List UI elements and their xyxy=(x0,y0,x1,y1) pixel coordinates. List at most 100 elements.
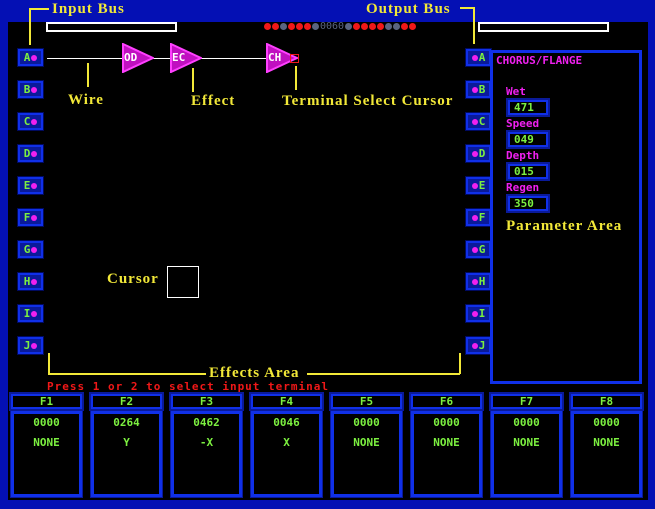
effect-label: OD xyxy=(124,51,138,64)
led-counter: 0060 xyxy=(264,21,417,32)
terminal-dot-icon xyxy=(31,118,38,125)
led-indicator xyxy=(288,23,295,30)
output-terminal-i[interactable]: I xyxy=(465,304,492,323)
terminal-dot-icon xyxy=(31,310,38,317)
parameter-name: Wet xyxy=(506,85,526,98)
terminal-label: A xyxy=(23,51,31,64)
annotation-line xyxy=(48,373,206,375)
function-key-value: 0000 xyxy=(33,416,60,429)
function-key-body: 0046 X xyxy=(250,410,323,498)
input-terminal-h[interactable]: H xyxy=(17,272,44,291)
function-key-f8[interactable]: F8 0000 NONE xyxy=(569,392,644,498)
annotation-line xyxy=(48,353,50,374)
function-key-f7[interactable]: F7 0000 NONE xyxy=(489,392,564,498)
function-key-body: 0462 -X xyxy=(170,410,243,498)
terminal-dot-icon xyxy=(471,342,478,349)
annotation-line xyxy=(459,353,461,374)
output-terminal-b[interactable]: B xyxy=(465,80,492,99)
status-message: Press 1 or 2 to select input terminal xyxy=(47,380,330,393)
led-indicator xyxy=(369,23,377,30)
parameter-name: Depth xyxy=(506,149,540,162)
function-key-f4[interactable]: F4 0046 X xyxy=(249,392,324,498)
function-key-f2[interactable]: F2 0264 Y xyxy=(89,392,164,498)
terminal-label: F xyxy=(23,211,31,224)
function-key-body: 0000 NONE xyxy=(10,410,83,498)
function-key-f1[interactable]: F1 0000 NONE xyxy=(9,392,84,498)
led-indicator xyxy=(345,23,353,30)
input-terminal-a[interactable]: A xyxy=(17,48,44,67)
output-terminal-a[interactable]: A xyxy=(465,48,492,67)
terminal-label: G xyxy=(478,243,486,256)
function-key-mode: X xyxy=(283,436,290,449)
parameter-area-label: Parameter Area xyxy=(506,218,623,234)
function-key-value: 0000 xyxy=(353,416,380,429)
terminal-cursor-label: Terminal Select Cursor xyxy=(282,93,454,109)
effect-label-annotation: Effect xyxy=(191,93,236,109)
function-key-label: F5 xyxy=(329,392,404,411)
terminal-dot-icon xyxy=(31,86,38,93)
terminal-label: F xyxy=(478,211,486,224)
annotation-line xyxy=(192,68,194,92)
output-terminal-g[interactable]: G xyxy=(465,240,492,259)
parameter-value-wet[interactable]: 471 xyxy=(506,98,550,117)
input-terminal-i[interactable]: I xyxy=(17,304,44,323)
terminal-dot-icon xyxy=(471,182,478,189)
input-terminal-e[interactable]: E xyxy=(17,176,44,195)
output-terminal-d[interactable]: D xyxy=(465,144,492,163)
led-indicator xyxy=(280,23,287,30)
counter-value: 0060 xyxy=(320,21,345,32)
parameter-title: CHORUS/FLANGE xyxy=(496,54,583,67)
function-key-f5[interactable]: F5 0000 NONE xyxy=(329,392,404,498)
led-indicator xyxy=(409,23,417,30)
led-indicator xyxy=(401,23,409,30)
input-terminal-c[interactable]: C xyxy=(17,112,44,131)
effect-od[interactable]: OD xyxy=(122,42,156,74)
function-key-value: 0000 xyxy=(433,416,460,429)
function-key-body: 0000 NONE xyxy=(490,410,563,498)
led-indicator xyxy=(264,23,271,30)
terminal-select-cursor[interactable] xyxy=(290,54,299,63)
function-key-f3[interactable]: F3 0462 -X xyxy=(169,392,244,498)
function-key-mode: NONE xyxy=(433,436,460,449)
effect-ec[interactable]: EC xyxy=(170,42,204,74)
output-terminal-h[interactable]: H xyxy=(465,272,492,291)
function-key-f6[interactable]: F6 0000 NONE xyxy=(409,392,484,498)
input-terminal-b[interactable]: B xyxy=(17,80,44,99)
parameter-value-speed[interactable]: 049 xyxy=(506,130,550,149)
parameter-value-depth[interactable]: 015 xyxy=(506,162,550,181)
output-bus-label: Output Bus xyxy=(366,1,451,17)
terminal-dot-icon xyxy=(471,246,478,253)
parameter-value-regen[interactable]: 350 xyxy=(506,194,550,213)
output-terminal-f[interactable]: F xyxy=(465,208,492,227)
parameter-name: Regen xyxy=(506,181,540,194)
cursor[interactable] xyxy=(167,266,199,298)
terminal-dot-icon xyxy=(31,278,38,285)
led-indicator xyxy=(353,23,361,30)
input-terminal-f[interactable]: F xyxy=(17,208,44,227)
terminal-dot-icon xyxy=(471,54,478,61)
input-terminal-d[interactable]: D xyxy=(17,144,44,163)
terminal-label: B xyxy=(478,83,486,96)
output-bus-meter xyxy=(478,22,609,32)
led-indicator xyxy=(272,23,279,30)
output-terminal-c[interactable]: C xyxy=(465,112,492,131)
terminal-label: D xyxy=(478,147,486,160)
output-terminal-j[interactable]: J xyxy=(465,336,492,355)
input-terminal-g[interactable]: G xyxy=(17,240,44,259)
annotation-line xyxy=(460,7,474,9)
annotation-line xyxy=(307,373,460,375)
function-key-mode: Y xyxy=(123,436,130,449)
output-terminal-e[interactable]: E xyxy=(465,176,492,195)
terminal-label: I xyxy=(23,307,31,320)
function-key-label: F6 xyxy=(409,392,484,411)
terminal-label: E xyxy=(23,179,31,192)
terminal-dot-icon xyxy=(31,150,38,157)
input-bus-meter xyxy=(46,22,177,32)
input-terminal-j[interactable]: J xyxy=(17,336,44,355)
annotation-line xyxy=(29,8,49,10)
led-indicator xyxy=(361,23,369,30)
function-key-mode: -X xyxy=(199,436,214,449)
function-key-mode: NONE xyxy=(593,436,620,449)
annotation-line xyxy=(87,63,89,87)
function-key-label: F8 xyxy=(569,392,644,411)
